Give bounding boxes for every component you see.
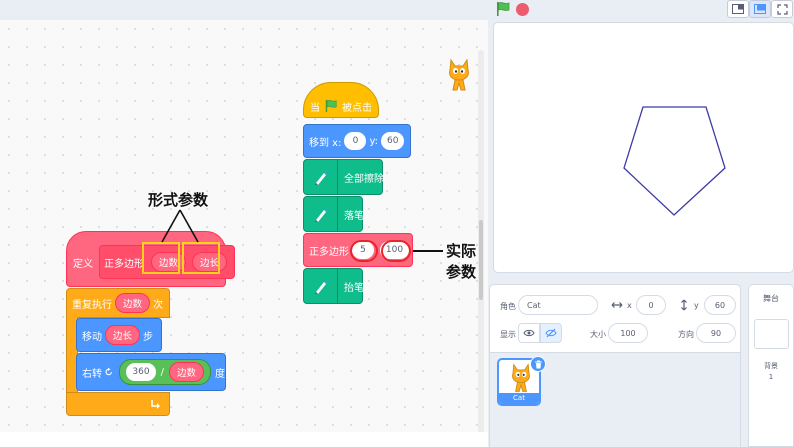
formal-params-highlight (142, 242, 180, 274)
goto-y-input[interactable]: 60 (381, 132, 405, 150)
backdrop-label: 背景 (764, 362, 778, 370)
green-flag-icon[interactable] (495, 1, 511, 17)
formal-params-highlight (182, 242, 220, 274)
actual-params-annotation: 实际参数 (446, 242, 477, 281)
sprite-thumbnail-label: Cat (499, 393, 539, 404)
divide-dividend-input[interactable]: 360 (126, 363, 156, 381)
repeat-count-reporter[interactable]: 边数 (115, 293, 151, 313)
sprite-direction-field[interactable]: 90 (696, 323, 736, 343)
repeat-footer (66, 392, 170, 416)
pen-down-block[interactable]: 落笔 (303, 196, 364, 232)
turn-right-block[interactable]: 右转 360 / 边数 度 (76, 353, 226, 391)
horizontal-arrows-icon (611, 302, 623, 308)
stage-selector-title: 舞台 (763, 294, 779, 303)
pen-down-label: 落笔 (344, 210, 364, 222)
pen-icon (315, 209, 327, 222)
repeat-block[interactable]: 重复执行 边数 次 (66, 288, 170, 416)
polygon-call-name: 正多边形 (309, 246, 349, 258)
goto-label: 移到 x: (309, 137, 342, 149)
goto-xy-block[interactable]: 移到 x: 0 y: 60 (303, 124, 411, 158)
fullscreen-button[interactable] (771, 0, 793, 18)
delete-sprite-button[interactable] (530, 356, 546, 372)
when-flag-clicked-block[interactable]: 当 被点击 (303, 82, 379, 118)
turn-right-icon (105, 367, 112, 376)
erase-all-block[interactable]: 全部擦除 (303, 159, 384, 195)
divide-operator-symbol: / (160, 366, 164, 378)
divide-divisor-reporter[interactable]: 边数 (168, 362, 204, 382)
fullscreen-icon (776, 3, 788, 15)
pen-icon (315, 281, 327, 294)
stage-backdrop-thumbnail[interactable] (754, 319, 789, 349)
when-flag-suffix: 被点击 (342, 102, 372, 114)
repeat-header[interactable]: 重复执行 边数 次 (66, 288, 170, 318)
move-steps-block[interactable]: 移动 边长 步 (76, 318, 162, 352)
stop-icon[interactable] (516, 3, 529, 16)
small-stage-icon (732, 4, 744, 14)
sprite-y-label: y (694, 301, 699, 310)
code-area-bottom-edge (0, 432, 488, 447)
sprite-properties: 角色 Cat x 0 y 60 显示 大小 100 方向 90 (490, 285, 740, 353)
erase-all-label: 全部擦除 (344, 173, 384, 185)
stage[interactable] (493, 22, 794, 273)
small-stage-button[interactable] (727, 0, 749, 18)
stage-selector[interactable]: 舞台 背景 1 (748, 284, 794, 447)
sprite-show-label: 显示 (500, 330, 516, 339)
move-steps-reporter[interactable]: 边长 (105, 325, 141, 345)
normal-stage-icon (754, 4, 766, 14)
vertical-arrows-icon (681, 299, 687, 311)
define-name: 正多边形 (104, 258, 144, 270)
goto-y-label: y: (369, 135, 379, 147)
formal-params-pointer-lines (161, 209, 199, 243)
cat-icon (449, 58, 469, 91)
pen-up-label: 抬笔 (344, 282, 364, 294)
green-flag-icon (325, 99, 337, 113)
top-toolbar (0, 0, 794, 20)
move-suffix: 步 (143, 331, 154, 343)
sprite-y-field[interactable]: 60 (704, 295, 736, 315)
trash-icon (534, 360, 542, 368)
sprite-direction-label: 方向 (678, 330, 694, 339)
pen-icon (315, 172, 327, 185)
sprite-size-field[interactable]: 100 (608, 323, 648, 343)
actual-params-highlight (381, 240, 411, 262)
sprite-name-label: 角色 (500, 302, 516, 311)
turn-label: 右转 (82, 368, 102, 380)
actual-params-highlight (350, 240, 378, 262)
eye-slash-icon (545, 328, 557, 338)
pen-up-block[interactable]: 抬笔 (303, 268, 364, 304)
divide-operator-block[interactable]: 360 / 边数 (119, 359, 211, 385)
hide-sprite-button[interactable] (540, 323, 562, 343)
repeat-label: 重复执行 (72, 299, 112, 311)
sprite-x-field[interactable]: 0 (636, 295, 666, 315)
formal-params-annotation: 形式参数 (148, 191, 209, 209)
turn-suffix: 度 (215, 368, 225, 380)
define-label: 定义 (73, 258, 93, 270)
when-flag-prefix: 当 (310, 102, 320, 114)
eye-icon (523, 329, 535, 337)
backdrop-count: 1 (768, 373, 774, 381)
repeat-suffix: 次 (153, 299, 164, 311)
actual-params-pointer-line (413, 250, 443, 252)
goto-x-input[interactable]: 0 (344, 132, 367, 150)
normal-stage-button[interactable] (749, 0, 771, 18)
code-area[interactable]: 当 被点击 移到 x: 0 y: 60 全部擦除 落笔 正多边形 5 100 抬… (0, 20, 488, 447)
sprite-x-label: x (627, 301, 632, 310)
loop-arrow-icon (151, 400, 160, 409)
sprite-size-label: 大小 (590, 330, 606, 339)
show-sprite-button[interactable] (518, 323, 540, 343)
pentagon-drawing (623, 106, 726, 216)
move-label: 移动 (82, 331, 102, 343)
sprite-name-field[interactable]: Cat (518, 295, 598, 315)
